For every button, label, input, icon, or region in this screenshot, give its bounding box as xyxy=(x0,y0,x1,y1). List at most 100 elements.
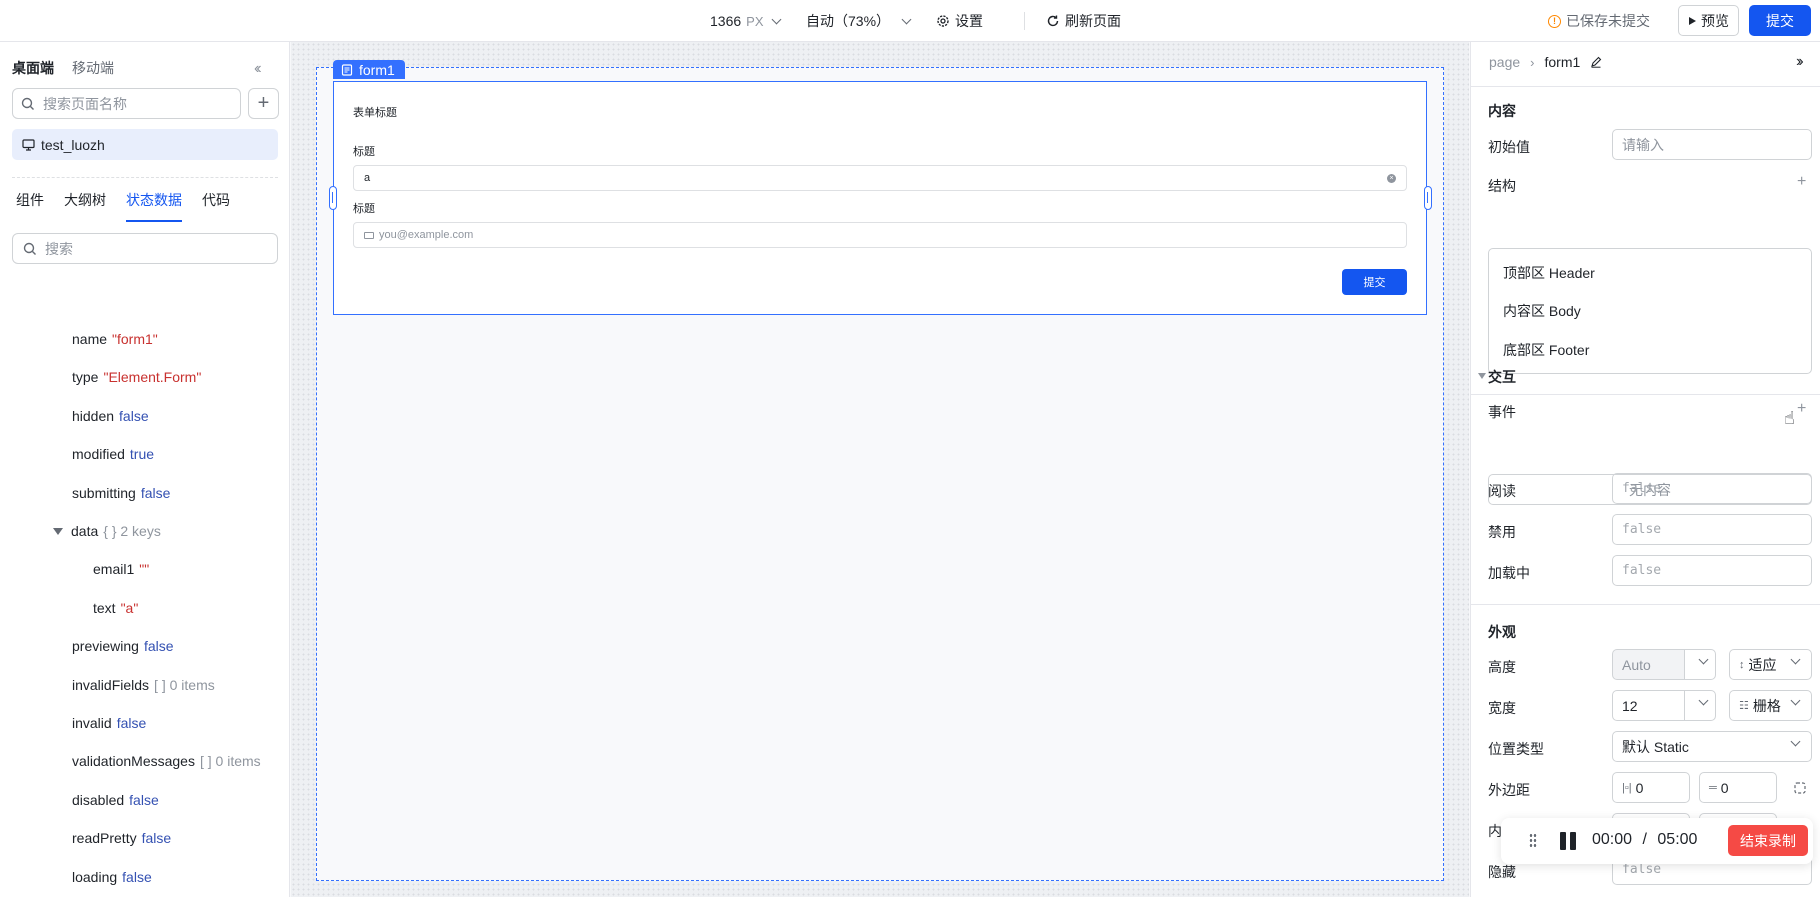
state-key: data xyxy=(71,523,99,539)
state-tree-row[interactable]: validationMessages[ ] 0 items xyxy=(72,751,261,771)
state-tree-row[interactable]: readPretty false xyxy=(72,828,171,848)
email-field[interactable]: you@example.com xyxy=(353,222,1407,248)
device-tabs: 桌面端 移动端 xyxy=(12,58,114,78)
state-key: readPretty xyxy=(72,830,137,847)
state-tree-row[interactable]: name "form1" xyxy=(72,329,158,349)
state-tree-row[interactable]: hidden false xyxy=(72,406,149,426)
form-submit-label: 提交 xyxy=(1363,277,1386,289)
position-value: 默认 Static xyxy=(1622,738,1689,755)
tab-desktop[interactable]: 桌面端 xyxy=(12,58,54,78)
clear-icon[interactable]: × xyxy=(1387,173,1396,183)
collapse-triangle-icon[interactable] xyxy=(1478,373,1486,379)
tab-outline[interactable]: 大纲树 xyxy=(64,190,106,222)
expand-panel-icon[interactable]: ›› xyxy=(1796,53,1803,71)
state-key: disabled xyxy=(72,791,125,808)
state-tree-row[interactable]: loading false xyxy=(72,867,152,887)
state-key: validationMessages xyxy=(72,753,195,770)
tab-components[interactable]: 组件 xyxy=(16,190,44,222)
form-component[interactable] xyxy=(333,81,1427,315)
margin-label: 外边距 xyxy=(1488,782,1530,798)
margin-vertical-input[interactable]: ═ 0 xyxy=(1699,772,1777,803)
canvas-width-value: 1366 xyxy=(710,13,742,29)
width-mode-select[interactable]: ☷ 栅格 xyxy=(1729,690,1812,721)
end-recording-button[interactable]: 结束录制 xyxy=(1728,825,1808,856)
end-recording-label: 结束录制 xyxy=(1740,832,1796,849)
settings-button[interactable]: 设置 xyxy=(936,0,983,42)
state-tree-row[interactable]: submitting false xyxy=(72,483,170,503)
properties-panel: page › form1 ›› 内容 初始值 请输入 结构 + 顶部区 Head… xyxy=(1470,42,1820,897)
text-field[interactable]: a × xyxy=(353,165,1407,191)
selected-component-tag[interactable]: form1 xyxy=(333,60,405,79)
position-select[interactable]: 默认 Static xyxy=(1612,731,1812,762)
page-list-item[interactable]: test_luozh xyxy=(12,129,278,160)
state-tree-row[interactable]: invalid false xyxy=(72,713,146,733)
grid-icon: ☷ xyxy=(1739,700,1749,712)
state-value: true xyxy=(129,446,155,463)
disabled-input[interactable]: false xyxy=(1612,514,1812,545)
events-label: 事件 xyxy=(1488,404,1516,420)
tab-code[interactable]: 代码 xyxy=(202,190,230,222)
width-input[interactable]: 12 xyxy=(1612,690,1685,721)
tab-mobile[interactable]: 移动端 xyxy=(72,58,114,78)
preview-button[interactable]: 预览 xyxy=(1678,5,1739,36)
structure-item-body[interactable]: 内容区 Body xyxy=(1503,301,1581,321)
state-tree-row[interactable]: previewing false xyxy=(72,636,174,656)
resize-handle-left[interactable] xyxy=(329,186,337,210)
plus-icon: + xyxy=(257,92,270,114)
page-name: test_luozh xyxy=(41,136,105,153)
resize-handle-right[interactable] xyxy=(1424,186,1432,210)
divider xyxy=(1471,394,1820,395)
state-search[interactable] xyxy=(12,233,278,264)
selected-component-name: form1 xyxy=(359,61,395,78)
position-label: 位置类型 xyxy=(1488,741,1544,757)
page-search[interactable] xyxy=(12,88,241,119)
width-dropdown[interactable] xyxy=(1684,690,1716,721)
link-spacing-icon[interactable] xyxy=(1793,781,1807,795)
divider xyxy=(12,177,278,178)
zoom-select[interactable]: 自动（73%） xyxy=(806,0,912,42)
state-tree-row[interactable]: modified true xyxy=(72,444,154,464)
field-label: 标题 xyxy=(353,203,375,215)
expand-triangle-icon[interactable] xyxy=(53,527,63,535)
page-search-input[interactable] xyxy=(43,95,223,112)
loading-input[interactable]: false xyxy=(1612,555,1812,586)
structure-item-footer[interactable]: 底部区 Footer xyxy=(1503,340,1589,360)
height-input[interactable]: Auto xyxy=(1612,649,1685,680)
margin-horizontal-input[interactable]: |▫| 0 xyxy=(1612,772,1690,803)
state-tree-row[interactable]: data{ } 2 keys xyxy=(53,521,161,541)
pause-icon[interactable] xyxy=(1558,830,1580,852)
canvas-width-select[interactable]: 1366 PX xyxy=(710,0,781,42)
collapse-panel-icon[interactable]: ‹‹ xyxy=(254,60,261,78)
chevron-down-icon xyxy=(1790,654,1801,665)
refresh-page-button[interactable]: 刷新页面 xyxy=(1046,0,1121,42)
form-submit-button[interactable]: 提交 xyxy=(1342,269,1407,295)
breadcrumb-root[interactable]: page xyxy=(1489,54,1520,70)
height-dropdown[interactable] xyxy=(1684,649,1716,680)
height-label: 高度 xyxy=(1488,659,1516,675)
state-tree-row[interactable]: disabled false xyxy=(72,790,159,810)
section-appearance-title: 外观 xyxy=(1488,624,1516,640)
chevron-right-icon: › xyxy=(1530,54,1535,70)
state-key: submitting xyxy=(72,484,136,501)
add-structure-icon[interactable]: + xyxy=(1797,173,1806,191)
height-mode-select[interactable]: ↕ 适应 xyxy=(1729,649,1812,680)
state-tree-row[interactable]: text "a" xyxy=(93,598,138,618)
edit-icon[interactable] xyxy=(1590,56,1602,68)
state-value: "form1" xyxy=(112,331,158,347)
tab-state-data[interactable]: 状态数据 xyxy=(126,190,182,222)
state-tree-row[interactable]: type "Element.Form" xyxy=(72,367,201,387)
settings-label: 设置 xyxy=(955,13,983,29)
state-tree-row[interactable]: invalidFields[ ] 0 items xyxy=(72,675,215,695)
section-interaction-title: 交互 xyxy=(1488,369,1516,385)
state-key: name xyxy=(72,331,108,347)
structure-item-header[interactable]: 顶部区 Header xyxy=(1503,263,1595,283)
drag-handle-icon[interactable] xyxy=(1529,833,1537,847)
add-event-icon[interactable]: + xyxy=(1797,400,1806,418)
initial-value-input[interactable]: 请输入 xyxy=(1612,129,1812,160)
add-page-button[interactable]: + xyxy=(248,88,279,119)
state-search-input[interactable] xyxy=(45,240,265,257)
state-tree-row[interactable]: email1 "" xyxy=(93,559,149,579)
state-value: "" xyxy=(139,561,150,578)
readonly-input[interactable]: false xyxy=(1612,473,1812,504)
submit-button[interactable]: 提交 xyxy=(1749,5,1811,36)
